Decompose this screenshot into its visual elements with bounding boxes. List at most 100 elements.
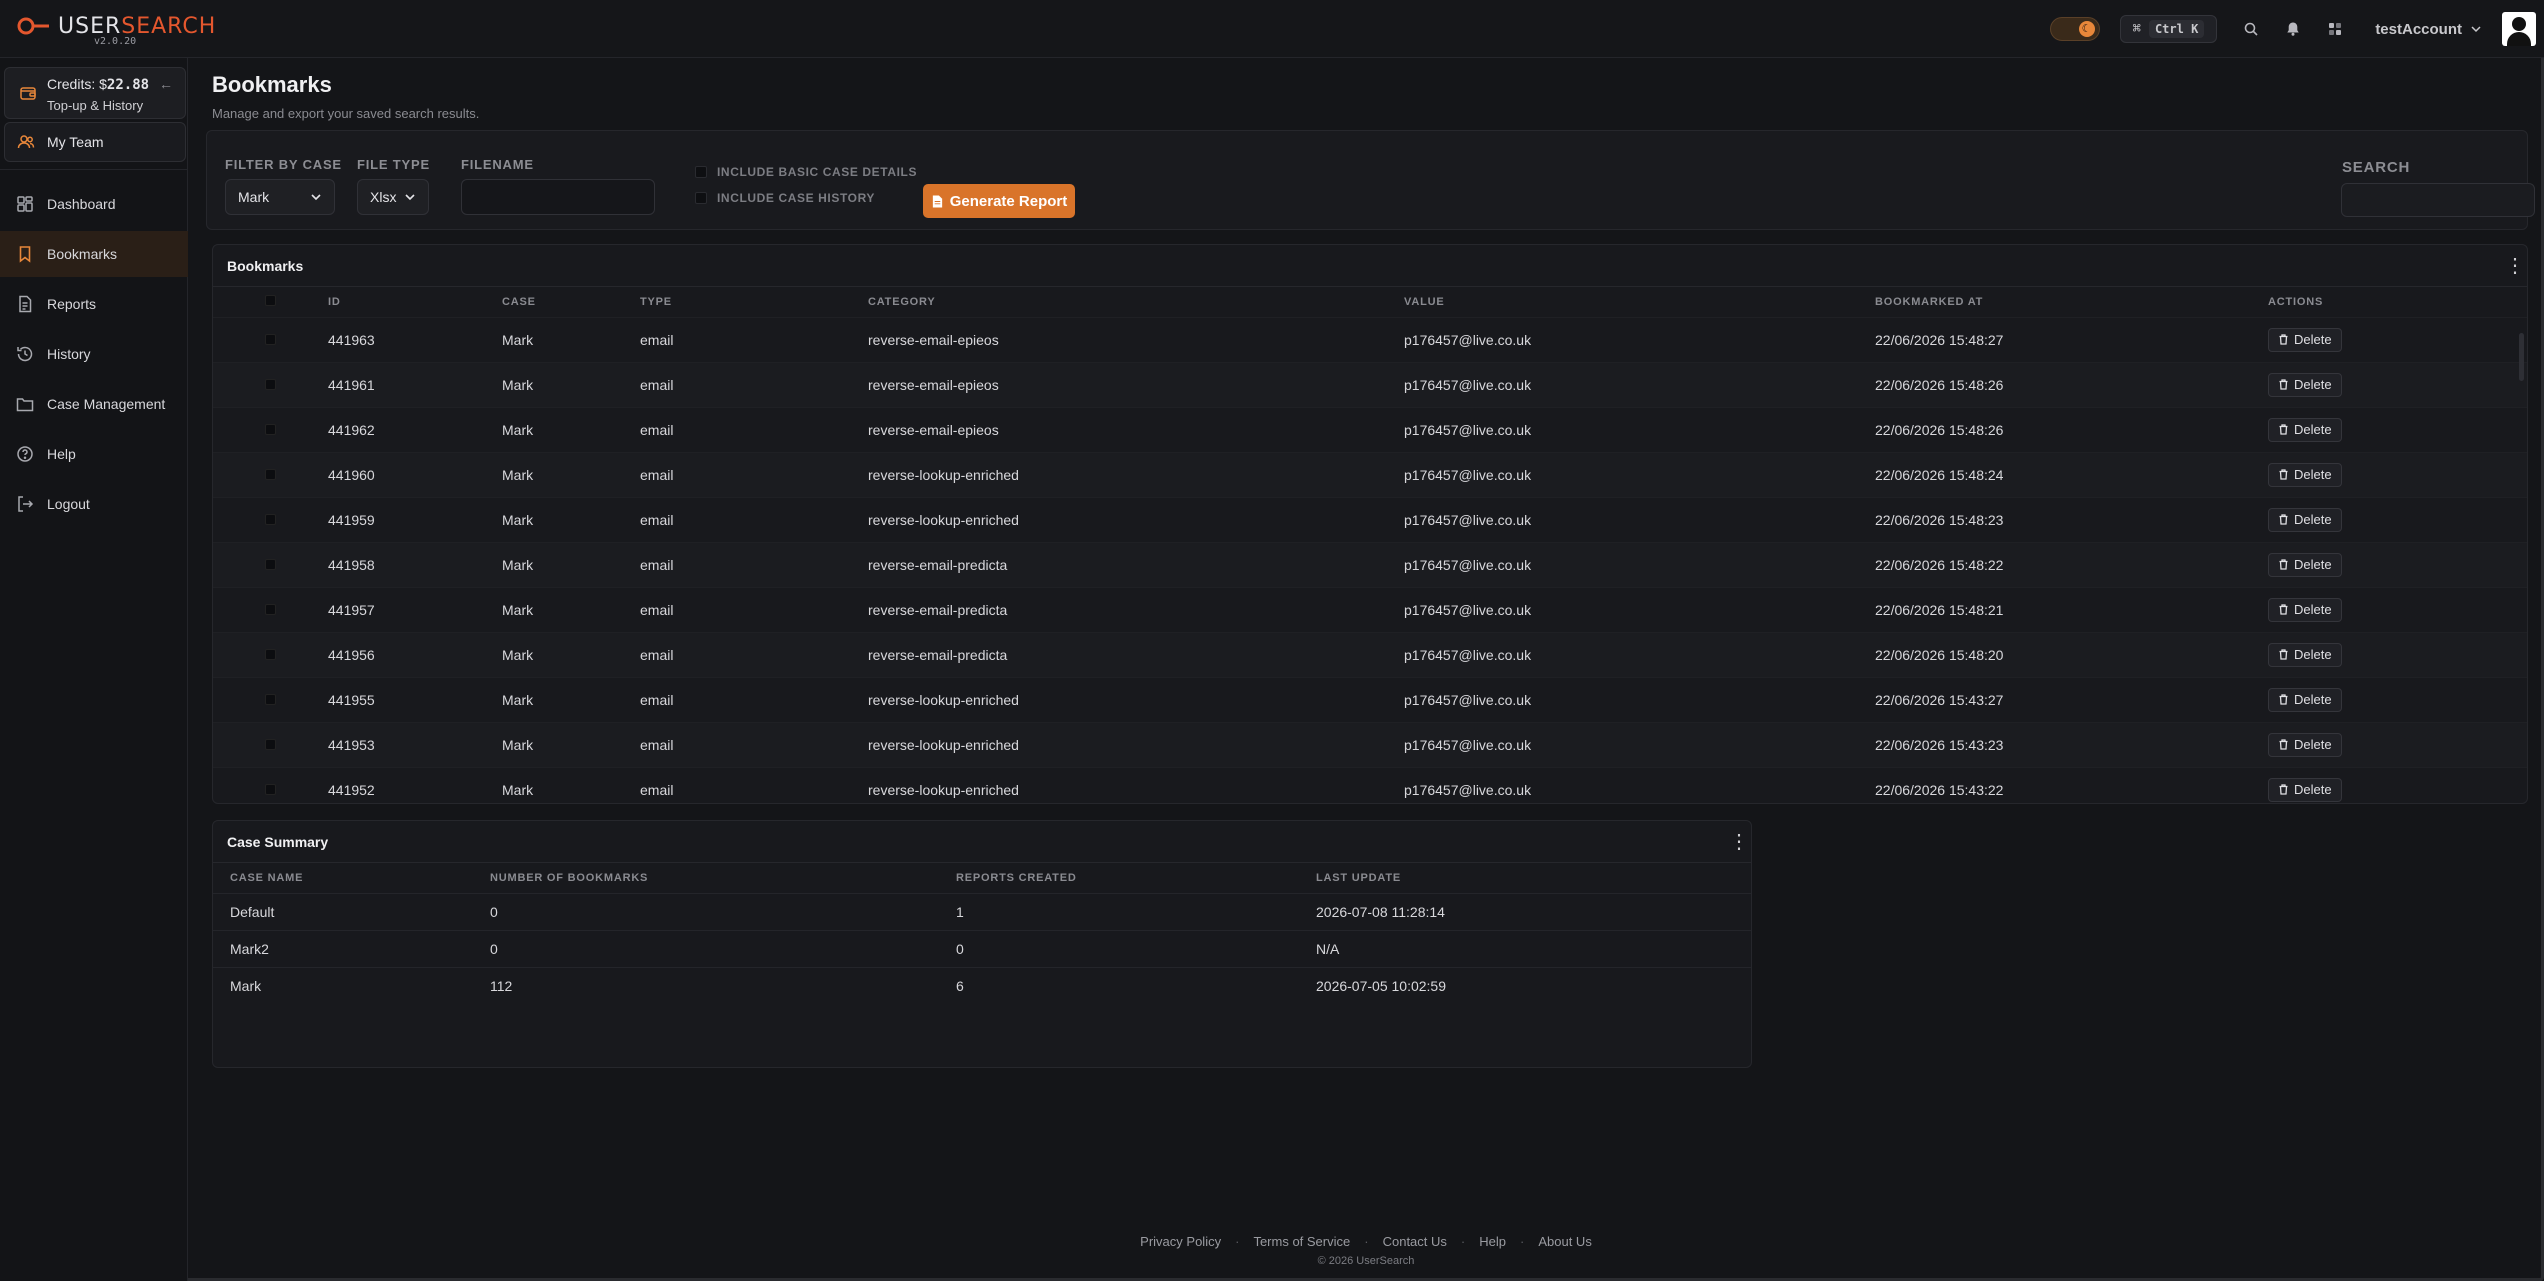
table-row[interactable]: 441955 Mark email reverse-lookup-enriched p1… (213, 676, 2527, 722)
credits-card[interactable]: Credits: $22.88 ← Top-up & History (4, 67, 186, 119)
cell-category: reverse-email-predicta (868, 586, 1404, 632)
cell-bookmarked-at: 22/06/2026 15:48:26 (1875, 361, 2268, 407)
collapse-sidebar-button[interactable]: ← (155, 74, 177, 94)
delete-button[interactable]: Delete (2268, 777, 2342, 802)
more-options-icon[interactable]: ⋮ (1729, 832, 1749, 852)
delete-button[interactable]: Delete (2268, 732, 2342, 757)
delete-button[interactable]: Delete (2268, 552, 2342, 577)
sidebar-item-dashboard[interactable]: Dashboard (0, 181, 188, 227)
row-select-cell[interactable] (213, 316, 328, 362)
file-type-select[interactable]: Xlsx (357, 179, 429, 215)
row-checkbox[interactable] (265, 783, 276, 795)
table-row[interactable]: 441952 Mark email reverse-lookup-enriched p1… (213, 766, 2527, 803)
row-select-cell[interactable] (213, 631, 328, 677)
filename-input[interactable] (461, 179, 655, 215)
delete-button[interactable]: Delete (2268, 642, 2342, 667)
row-checkbox[interactable] (265, 738, 276, 750)
table-row[interactable]: 441958 Mark email reverse-email-predicta p17… (213, 541, 2527, 587)
row-select-cell[interactable] (213, 676, 328, 722)
command-palette-shortcut[interactable]: ⌘ Ctrl K (2119, 15, 2218, 43)
footer-link[interactable]: Contact Us (1383, 1234, 1447, 1249)
theme-toggle[interactable]: ☾ (2049, 17, 2100, 41)
table-row[interactable]: 441959 Mark email reverse-lookup-enriched p1… (213, 496, 2527, 542)
row-checkbox[interactable] (265, 603, 276, 615)
column-header-case[interactable]: CASE (502, 287, 640, 317)
row-select-cell[interactable] (213, 586, 328, 632)
delete-button[interactable]: Delete (2268, 507, 2342, 532)
column-header-category[interactable]: CATEGORY (868, 287, 1404, 317)
cell-type: email (640, 541, 868, 587)
delete-button[interactable]: Delete (2268, 462, 2342, 487)
row-select-cell[interactable] (213, 541, 328, 587)
row-select-cell[interactable] (213, 406, 328, 452)
cell-case: Mark (502, 676, 640, 722)
row-select-cell[interactable] (213, 451, 328, 497)
footer-link[interactable]: Terms of Service (1253, 1234, 1350, 1249)
sidebar-item-reports[interactable]: Reports (0, 281, 188, 327)
my-team-button[interactable]: My Team (4, 122, 186, 162)
row-checkbox[interactable] (265, 333, 276, 345)
table-row[interactable]: Mark2 0 0 N/A (213, 929, 1751, 967)
topup-link[interactable]: Top-up & History (47, 98, 143, 113)
sidebar-item-case-management[interactable]: Case Management (0, 381, 188, 427)
sidebar-item-bookmarks[interactable]: Bookmarks (0, 231, 188, 277)
table-row[interactable]: Mark 112 6 2026-07-05 10:02:59 (213, 966, 1751, 1004)
table-row[interactable]: 441957 Mark email reverse-email-predicta p17… (213, 586, 2527, 632)
footer-link[interactable]: Help (1479, 1234, 1506, 1249)
generate-report-button[interactable]: Generate Report (923, 184, 1075, 218)
row-checkbox[interactable] (265, 648, 276, 660)
cell-actions: Delete (2268, 586, 2527, 632)
sidebar-nav: Dashboard Bookmarks Reports History Case… (0, 181, 188, 531)
bell-icon[interactable] (2283, 19, 2303, 39)
more-options-icon[interactable]: ⋮ (2505, 256, 2525, 276)
delete-button[interactable]: Delete (2268, 417, 2342, 442)
delete-button[interactable]: Delete (2268, 327, 2342, 352)
table-row[interactable]: 441963 Mark email reverse-email-epieos p1764… (213, 316, 2527, 362)
delete-button[interactable]: Delete (2268, 687, 2342, 712)
table-row[interactable]: 441960 Mark email reverse-lookup-enriched p1… (213, 451, 2527, 497)
delete-button[interactable]: Delete (2268, 372, 2342, 397)
account-menu[interactable]: testAccount (2375, 21, 2482, 38)
select-all-column[interactable] (213, 287, 328, 317)
case-filter-select[interactable]: Mark (225, 179, 335, 215)
row-checkbox[interactable] (265, 378, 276, 390)
table-row[interactable]: 441962 Mark email reverse-email-epieos p1764… (213, 406, 2527, 452)
cell-category: reverse-email-epieos (868, 361, 1404, 407)
footer-link[interactable]: Privacy Policy (1140, 1234, 1221, 1249)
delete-button[interactable]: Delete (2268, 597, 2342, 622)
column-header-value[interactable]: VALUE (1404, 287, 1875, 317)
table-scrollbar[interactable] (2519, 333, 2524, 381)
column-header-id[interactable]: ID (328, 287, 502, 317)
row-checkbox[interactable] (265, 513, 276, 525)
select-all-checkbox[interactable] (265, 294, 276, 306)
footer-link[interactable]: About Us (1538, 1234, 1591, 1249)
include-basic-details-checkbox[interactable]: INCLUDE BASIC CASE DETAILS (695, 165, 917, 179)
include-case-history-checkbox[interactable]: INCLUDE CASE HISTORY (695, 191, 875, 205)
sidebar-item-history[interactable]: History (0, 331, 188, 377)
cell-value: p176457@live.co.uk (1404, 541, 1875, 587)
row-checkbox[interactable] (265, 558, 276, 570)
search-input[interactable] (2341, 183, 2535, 217)
search-icon[interactable] (2241, 19, 2261, 39)
column-header-type[interactable]: TYPE (640, 287, 868, 317)
table-row[interactable]: 441953 Mark email reverse-lookup-enriched p1… (213, 721, 2527, 767)
table-row[interactable]: 441956 Mark email reverse-email-predicta p17… (213, 631, 2527, 677)
row-checkbox[interactable] (265, 693, 276, 705)
sidebar-item-logout[interactable]: Logout (0, 481, 188, 527)
apps-grid-icon[interactable] (2325, 19, 2345, 39)
row-select-cell[interactable] (213, 361, 328, 407)
row-select-cell[interactable] (213, 496, 328, 542)
row-checkbox[interactable] (265, 468, 276, 480)
row-checkbox[interactable] (265, 423, 276, 435)
table-row[interactable]: 441961 Mark email reverse-email-epieos p1764… (213, 361, 2527, 407)
table-row[interactable]: Default 0 1 2026-07-08 11:28:14 (213, 892, 1751, 930)
sidebar-item-help[interactable]: Help (0, 431, 188, 477)
cell-actions: Delete (2268, 361, 2527, 407)
column-header-bookmarked-at[interactable]: BOOKMARKED AT (1875, 287, 2268, 317)
delete-label: Delete (2294, 512, 2332, 527)
row-select-cell[interactable] (213, 721, 328, 767)
avatar[interactable] (2502, 12, 2536, 46)
row-select-cell[interactable] (213, 766, 328, 803)
case-summary-panel: Case Summary ⋮ CASE NAME NUMBER OF BOOKM… (212, 820, 1752, 1068)
cell-id: 441955 (328, 676, 502, 722)
